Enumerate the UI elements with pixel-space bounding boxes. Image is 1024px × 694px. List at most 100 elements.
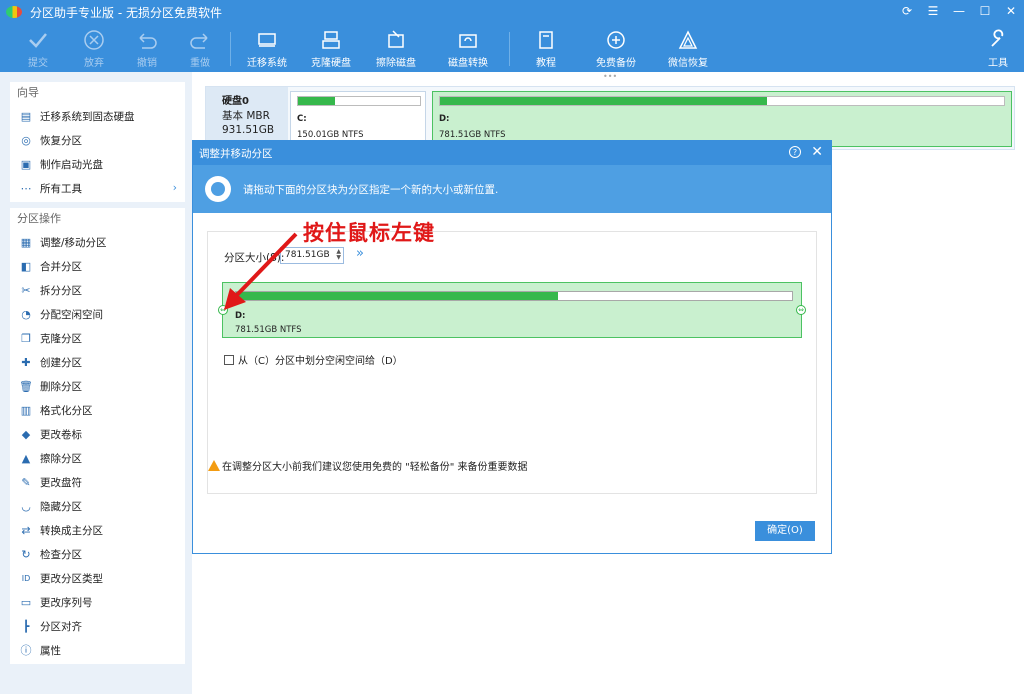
ops-item[interactable]: ◔ 分配空闲空间 [10,302,185,326]
ops-item[interactable]: ✚ 创建分区 [10,350,185,374]
guide-item[interactable]: ▣ 制作启动光盘 [10,152,185,176]
redo-button[interactable]: 重做 [172,26,228,70]
info-icon: ⓘ [20,644,32,657]
discard-label: 放弃 [84,58,104,69]
book-icon [518,26,574,54]
partition-usage-bar [235,291,793,301]
tutorial-label: 教程 [536,58,556,69]
wipe-icon: ▲ [21,451,31,465]
partition-d-usage-bar [439,96,1005,106]
guide-item-label: 制作启动光盘 [40,158,103,171]
expand-options-icon[interactable]: » [356,246,364,261]
chevron-right-icon: › [172,182,177,194]
right-resize-handle[interactable]: ⇔ [796,305,806,315]
tutorial-button[interactable]: 教程 [518,26,574,70]
wechat-restore-icon [660,26,716,54]
dialog-banner: 请拖动下面的分区块为分区指定一个新的大小或新位置. [193,165,831,213]
ops-item-label: 转换成主分区 [40,524,103,537]
format-icon: ▥ [20,403,32,417]
splitter-grip[interactable]: ••• [603,72,617,81]
ops-item[interactable]: ▦ 调整/移动分区 [10,230,185,254]
wechat-restore-button[interactable]: 微信恢复 [660,26,716,70]
ops-item-label: 更改卷标 [40,428,82,441]
boot-disc-icon: ▣ [20,157,32,171]
ops-item-label: 删除分区 [40,380,82,393]
wipe-disk-button[interactable]: 擦除磁盘 [368,26,424,70]
ops-item[interactable]: ❐ 克隆分区 [10,326,185,350]
undo-icon [119,26,175,54]
toolbar-separator [230,32,231,66]
ops-item[interactable]: ◧ 合并分区 [10,254,185,278]
ops-item-label: 拆分分区 [40,284,82,297]
submit-button[interactable]: 提交 [10,26,66,70]
refresh-icon[interactable]: ⟳ [900,3,914,19]
allocate-free-space-option[interactable]: 从（C）分区中划分空闲空间给（D） [224,352,403,367]
guide-item[interactable]: ▤ 迁移系统到固态硬盘 [10,104,185,128]
guide-item[interactable]: ⋯ 所有工具 › [10,176,185,200]
ops-item[interactable]: ↻ 检查分区 [10,542,185,566]
ops-item[interactable]: ┣ 分区对齐 [10,614,185,638]
partition-d-usage-fill [440,97,768,105]
clone-icon: ❐ [21,331,31,345]
discard-button[interactable]: 放弃 [66,26,122,70]
clone-disk-label: 克隆硬盘 [311,58,351,69]
migrate-os-button[interactable]: 迁移系统 [239,26,295,70]
maximize-icon[interactable]: ☐ [978,3,992,19]
menu-icon[interactable]: ☰ [926,3,940,19]
dialog-title: 调整并移动分区 [199,147,273,160]
wechat-restore-label: 微信恢复 [668,58,708,69]
clone-disk-button[interactable]: 克隆硬盘 [303,26,359,70]
wrench-icon [970,26,1024,54]
app-header: 分区助手专业版 - 无损分区免费软件 ⟳ ☰ — ☐ ✕ 提交 放弃 撤销 重做… [0,0,1024,72]
disk-size: 931.51GB [222,124,275,136]
guide-item[interactable]: ◎ 恢复分区 [10,128,185,152]
tools-button[interactable]: 工具 [970,26,1024,70]
app-logo-icon [6,6,22,18]
free-backup-button[interactable]: 免费备份 [588,26,644,70]
minimize-icon[interactable]: — [952,3,966,19]
ops-item[interactable]: ID 更改分区类型 [10,566,185,590]
warning-text: 在调整分区大小前我们建议您使用免费的 "轻松备份" 来备份重要数据 [222,462,528,473]
guide-item-label: 恢复分区 [40,134,82,147]
disk-name: 硬盘0 [222,96,249,107]
ops-item[interactable]: ◆ 更改卷标 [10,422,185,446]
serial-icon: ▭ [20,595,32,609]
dialog-close-icon[interactable]: ✕ [811,144,823,160]
ops-item-label: 分配空闲空间 [40,308,103,321]
ops-item[interactable]: ▥ 格式化分区 [10,398,185,422]
undo-button[interactable]: 撤销 [119,26,175,70]
warning-icon [208,460,220,471]
migrate-os-icon [239,26,295,54]
merge-icon: ◧ [20,259,32,273]
close-icon[interactable]: ✕ [1004,3,1018,19]
ok-button[interactable]: 确定(O) [755,521,815,541]
wipe-disk-label: 擦除磁盘 [376,58,416,69]
allocate-icon: ◔ [21,307,31,321]
ops-item-label: 检查分区 [40,548,82,561]
resize-move-dialog: 调整并移动分区 ? ✕ 请拖动下面的分区块为分区指定一个新的大小或新位置. 分区… [192,140,832,554]
partition-d-size: 781.51GB NTFS [439,130,506,140]
help-icon[interactable]: ? [789,146,801,158]
ops-item[interactable]: ▭ 更改序列号 [10,590,185,614]
ops-item[interactable]: ⇄ 转换成主分区 [10,518,185,542]
resize-icon: ▦ [20,235,32,249]
ops-item[interactable]: ✎ 更改盘符 [10,470,185,494]
partition-c[interactable]: C: 150.01GB NTFS [290,91,426,147]
convert-icon: ⇄ [21,523,31,537]
ops-item[interactable]: 🗑 删除分区 [10,374,185,398]
wipe-disk-icon [368,26,424,54]
convert-disk-button[interactable]: 磁盘转换 [440,26,496,70]
ops-item[interactable]: ◡ 隐藏分区 [10,494,185,518]
partition-c-label: C: [297,114,307,124]
partition-d[interactable]: D: 781.51GB NTFS [432,91,1012,147]
annotation-arrow-icon [224,232,298,310]
align-icon: ┣ [22,619,30,633]
ops-item[interactable]: ⓘ 属性 [10,638,185,662]
ops-item-label: 调整/移动分区 [40,236,107,249]
ops-item[interactable]: ✂ 拆分分区 [10,278,185,302]
ops-item-label: 擦除分区 [40,452,82,465]
allocate-checkbox[interactable] [224,354,234,365]
ops-item-label: 更改盘符 [40,476,82,489]
size-spinner[interactable]: ▲ ▼ [336,249,341,261]
ops-item[interactable]: ▲ 擦除分区 [10,446,185,470]
